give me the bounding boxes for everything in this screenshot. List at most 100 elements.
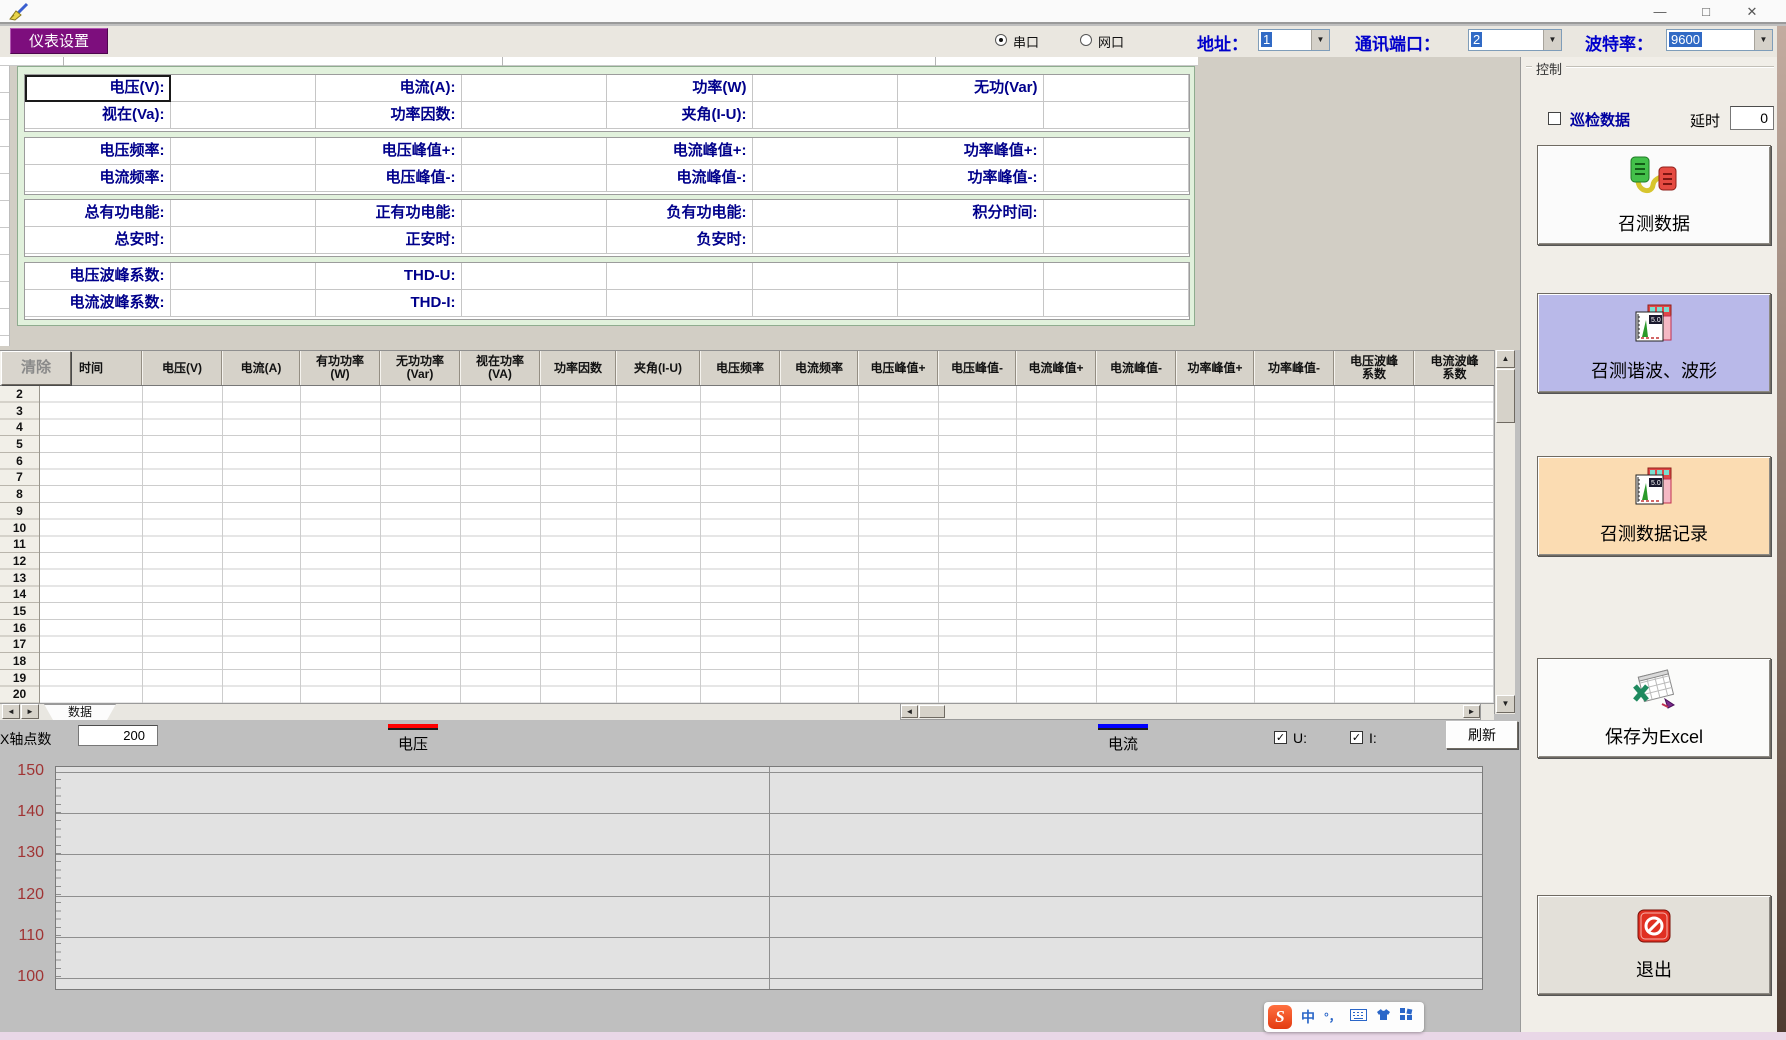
ime-punctuation-icon[interactable]: °，	[1324, 1010, 1341, 1024]
baud-rate-combo[interactable]: 9600 ▼	[1666, 29, 1773, 51]
sogou-logo-icon[interactable]: S	[1268, 1005, 1292, 1029]
ime-mode-icon[interactable]: 中	[1301, 1010, 1315, 1024]
panel-value-cell[interactable]	[1044, 263, 1190, 290]
scrollbar-thumb[interactable]	[1496, 369, 1515, 423]
panel-value-cell[interactable]	[753, 75, 899, 102]
panel-cell[interactable]: 电压频率:	[25, 138, 171, 165]
panel-cell[interactable]: 负安时:	[607, 227, 753, 254]
panel-cell[interactable]: THD-I:	[316, 290, 462, 317]
panel-cell[interactable]	[607, 263, 753, 290]
scroll-right-icon[interactable]: ►	[1463, 705, 1480, 718]
close-button[interactable]: ✕	[1737, 3, 1767, 21]
panel-cell[interactable]: 总有功电能:	[25, 200, 171, 227]
panel-cell[interactable]: 电流峰值-:	[607, 165, 753, 192]
scroll-left-icon[interactable]: ◄	[901, 705, 918, 718]
panel-value-cell[interactable]	[462, 200, 608, 227]
panel-cell[interactable]: 视在(Va):	[25, 102, 171, 129]
panel-value-cell[interactable]	[462, 227, 608, 254]
panel-cell[interactable]	[898, 290, 1044, 317]
sheet-nav-right-icon[interactable]: ►	[21, 704, 39, 719]
grid-horizontal-scrollbar[interactable]: ◄ ►	[900, 703, 1481, 720]
i-checkbox[interactable]: ✓	[1350, 731, 1363, 744]
panel-cell[interactable]	[898, 227, 1044, 254]
panel-value-cell[interactable]	[462, 138, 608, 165]
panel-value-cell[interactable]	[171, 75, 317, 102]
panel-value-cell[interactable]	[753, 263, 899, 290]
chevron-down-icon[interactable]: ▼	[1311, 30, 1329, 50]
panel-cell[interactable]: 功率峰值-:	[898, 165, 1044, 192]
x-points-input[interactable]: 200	[78, 725, 158, 746]
panel-cell[interactable]: 电压峰值-:	[316, 165, 462, 192]
panel-cell[interactable]: 功率(W)	[607, 75, 753, 102]
sheet-nav-left-icon[interactable]: ◄	[2, 704, 20, 719]
panel-value-cell[interactable]	[171, 263, 317, 290]
panel-value-cell[interactable]	[1044, 102, 1190, 129]
panel-value-cell[interactable]	[753, 138, 899, 165]
panel-cell[interactable]: 夹角(I-U):	[607, 102, 753, 129]
minimize-button[interactable]: —	[1645, 3, 1675, 21]
maximize-button[interactable]: □	[1691, 3, 1721, 21]
panel-value-cell[interactable]	[462, 165, 608, 192]
call-records-button[interactable]: 5.0 召测数据记录	[1537, 456, 1771, 556]
exit-button[interactable]: 退出	[1537, 895, 1771, 995]
scroll-up-icon[interactable]: ▲	[1496, 350, 1515, 368]
grid-vertical-scrollbar[interactable]: ▲ ▼	[1494, 350, 1515, 714]
data-grid-body[interactable]	[0, 386, 1494, 703]
chevron-down-icon[interactable]: ▼	[1754, 30, 1772, 50]
refresh-button[interactable]: 刷新	[1446, 721, 1518, 749]
panel-cell[interactable]: 电流频率:	[25, 165, 171, 192]
sheet-tab-data[interactable]: 数据	[44, 704, 116, 720]
panel-cell[interactable]	[898, 263, 1044, 290]
panel-cell[interactable]: 负有功电能:	[607, 200, 753, 227]
clear-button[interactable]: 清除	[1, 351, 71, 385]
serial-radio[interactable]	[995, 34, 1007, 46]
panel-cell[interactable]	[898, 102, 1044, 129]
instrument-settings-button[interactable]: 仪表设置	[10, 28, 108, 54]
panel-value-cell[interactable]	[1044, 75, 1190, 102]
input-method-bar[interactable]: S 中 °，	[1264, 1002, 1424, 1032]
save-excel-button[interactable]: 保存为Excel	[1537, 658, 1771, 758]
panel-value-cell[interactable]	[462, 75, 608, 102]
scrollbar-thumb[interactable]	[919, 705, 945, 718]
panel-value-cell[interactable]	[753, 290, 899, 317]
comm-port-combo[interactable]: 2 ▼	[1468, 29, 1562, 51]
panel-cell[interactable]: 电压波峰系数:	[25, 263, 171, 290]
panel-cell[interactable]: 电压(V):	[25, 75, 171, 102]
panel-value-cell[interactable]	[1044, 227, 1190, 254]
panel-value-cell[interactable]	[462, 290, 608, 317]
panel-cell[interactable]: THD-U:	[316, 263, 462, 290]
panel-cell[interactable]: 功率因数:	[316, 102, 462, 129]
address-combo[interactable]: 1 ▼	[1258, 29, 1330, 51]
panel-cell[interactable]: 电压峰值+:	[316, 138, 462, 165]
u-checkbox[interactable]: ✓	[1274, 731, 1287, 744]
panel-value-cell[interactable]	[171, 227, 317, 254]
network-radio[interactable]	[1080, 34, 1092, 46]
panel-value-cell[interactable]	[753, 102, 899, 129]
patrol-data-checkbox[interactable]	[1548, 112, 1561, 125]
panel-value-cell[interactable]	[171, 138, 317, 165]
panel-value-cell[interactable]	[171, 165, 317, 192]
panel-cell[interactable]: 正安时:	[316, 227, 462, 254]
panel-value-cell[interactable]	[171, 200, 317, 227]
call-harmonics-button[interactable]: 5.0 召测谐波、波形	[1537, 293, 1771, 393]
panel-value-cell[interactable]	[1044, 290, 1190, 317]
panel-cell[interactable]: 积分时间:	[898, 200, 1044, 227]
panel-cell[interactable]: 电流波峰系数:	[25, 290, 171, 317]
panel-value-cell[interactable]	[171, 290, 317, 317]
panel-value-cell[interactable]	[1044, 138, 1190, 165]
call-data-button[interactable]: 召测数据	[1537, 145, 1771, 245]
panel-cell[interactable]: 无功(Var)	[898, 75, 1044, 102]
panel-value-cell[interactable]	[753, 227, 899, 254]
scroll-down-icon[interactable]: ▼	[1496, 695, 1515, 713]
panel-value-cell[interactable]	[462, 263, 608, 290]
ime-toolbox-icon[interactable]	[1400, 1008, 1413, 1026]
panel-value-cell[interactable]	[753, 165, 899, 192]
panel-value-cell[interactable]	[753, 200, 899, 227]
panel-cell[interactable]: 总安时:	[25, 227, 171, 254]
ime-skin-icon[interactable]	[1376, 1008, 1391, 1026]
panel-cell[interactable]	[607, 290, 753, 317]
panel-value-cell[interactable]	[1044, 165, 1190, 192]
panel-cell[interactable]: 电流峰值+:	[607, 138, 753, 165]
chevron-down-icon[interactable]: ▼	[1543, 30, 1561, 50]
panel-cell[interactable]: 电流(A):	[316, 75, 462, 102]
